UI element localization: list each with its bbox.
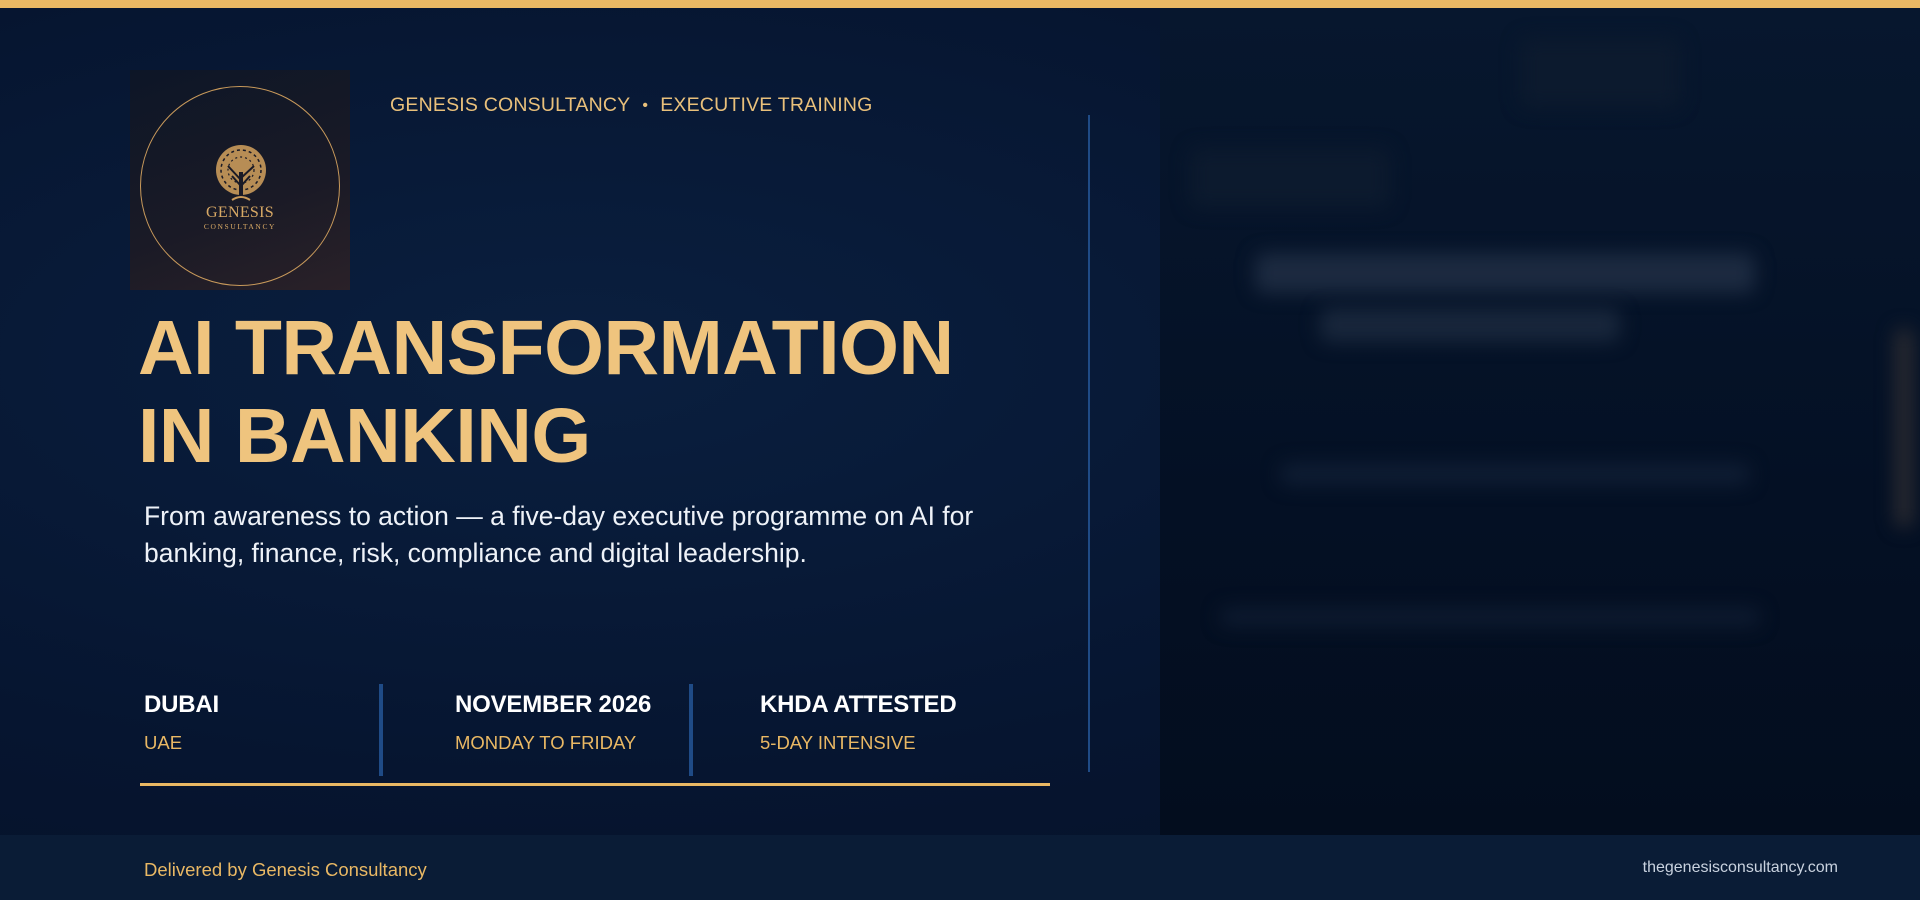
footer-credit: Delivered by Genesis Consultancy <box>144 859 427 880</box>
fact-label: KHDA ATTESTED <box>760 691 957 718</box>
eyebrow-separator: • <box>642 96 649 114</box>
fact-sub: MONDAY TO FRIDAY <box>455 732 637 753</box>
logo-subtext: CONSULTANCY <box>203 222 277 231</box>
page-title: AI TRANSFORMATION IN BANKING <box>138 304 1038 480</box>
fact-separator <box>689 684 693 776</box>
banner: GENESIS CONSULTANCY GENESIS CONSULTANCY … <box>0 0 1920 900</box>
facts-underline <box>140 783 1050 786</box>
vertical-divider <box>1088 115 1090 772</box>
footer: Delivered by Genesis Consultancy thegene… <box>0 835 1920 900</box>
fact-separator <box>379 684 383 776</box>
title-line-2: IN BANKING <box>138 393 591 479</box>
logo-wordmark: GENESIS <box>206 204 274 221</box>
eyebrow-org: GENESIS CONSULTANCY <box>390 94 631 116</box>
fact-label: DUBAI <box>144 691 219 718</box>
eyebrow: GENESIS CONSULTANCY • EXECUTIVE TRAINING <box>390 94 873 117</box>
tree-icon <box>216 145 266 201</box>
fact-sub: UAE <box>144 732 183 753</box>
key-facts: DUBAI UAE NOVEMBER 2026 MONDAY TO FRIDAY… <box>140 684 1050 787</box>
subtitle: From awareness to action — a five-day ex… <box>144 501 974 568</box>
logo: GENESIS CONSULTANCY <box>130 70 350 290</box>
blurred-preview-panel <box>1160 8 1920 835</box>
eyebrow-category: EXECUTIVE TRAINING <box>660 94 873 116</box>
footer-website-link[interactable]: thegenesisconsultancy.com <box>1643 859 1838 877</box>
title-line-1: AI TRANSFORMATION <box>138 305 954 391</box>
top-accent-stripe <box>0 0 1920 8</box>
fact-label: NOVEMBER 2026 <box>455 691 652 718</box>
fact-sub: 5-DAY INTENSIVE <box>760 732 916 753</box>
